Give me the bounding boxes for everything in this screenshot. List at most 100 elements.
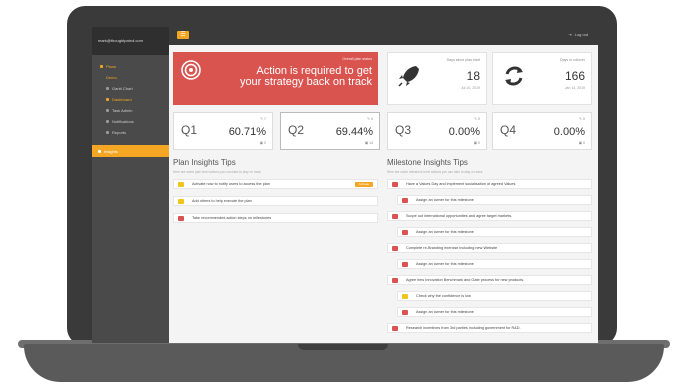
sidebar-item-reports[interactable]: Reports [92, 127, 169, 138]
tip-text: Scope out international opportunities an… [406, 214, 513, 218]
quarter-card-q1[interactable]: Q1 ✎ 7 60.71% ▣ 0 [173, 112, 273, 150]
warning-badge [178, 198, 184, 204]
menu-toggle-button[interactable]: ☰ [177, 31, 189, 39]
warning-badge [402, 293, 408, 299]
tip-text: Assign an owner for this milestone [416, 230, 474, 234]
milestone-tips-title: Milestone Insights Tips [387, 158, 468, 167]
laptop-notch [298, 344, 388, 350]
sidebar-label: Reports [112, 130, 127, 135]
quarter-bottom-count: ▣ 0 [473, 141, 480, 145]
milestone-row: Scope out international opportunities an… [387, 211, 592, 221]
milestone-tips-subtitle: Here are some milestone level actions yo… [387, 170, 483, 174]
alert-badge [392, 181, 398, 187]
tip-text: Activate now to notify users to access t… [192, 182, 270, 186]
status-label: Overall plan status [342, 57, 372, 61]
quarter-name: Q4 [500, 123, 517, 137]
sidebar-label: Task Admin [112, 108, 133, 113]
chart-icon [106, 87, 109, 90]
sidebar: mark@thoughtpatrol.com Plans Demo Gantt … [92, 27, 169, 343]
sidebar-nav: Plans Demo Gantt Chart Dashboard Task Ad… [92, 55, 169, 138]
sidebar-item-demo[interactable]: Demo [92, 72, 169, 83]
sidebar-label: Gantt Chart [112, 86, 133, 91]
tip-text: Assign an owner for this milestone [416, 310, 474, 314]
tip-text: Complete re-Branding exercise including … [406, 246, 498, 250]
sidebar-item-gantt[interactable]: Gantt Chart [92, 83, 169, 94]
quarter-card-q2[interactable]: Q2 ✎ 0 69.44% ▣ 14 [280, 112, 380, 150]
stat-label: Days to rollover [560, 58, 585, 62]
topbar: ☰ ⇥ Log out [169, 27, 598, 45]
days-since-start-card: Days since plan start 18 Jul 10, 2019 [387, 52, 487, 105]
count: 0 [478, 141, 480, 145]
quarter-bottom-count: ▣ 14 [364, 141, 373, 145]
milestone-action-row: Assign an owner for this milestone [397, 259, 592, 269]
stat-value: 18 [466, 69, 480, 83]
quarter-card-q3[interactable]: Q3 ✎ 0 0.00% ▣ 0 [387, 112, 487, 150]
alert-badge [392, 325, 398, 331]
stat-value: 166 [564, 69, 585, 83]
quarter-top-count: ✎ 0 [579, 117, 585, 121]
tip-text: Have a Values Day and implement socialis… [406, 182, 516, 186]
lightbulb-icon [98, 149, 101, 153]
warning-badge [178, 181, 184, 187]
milestone-action-row: Assign an owner for this milestone [397, 195, 592, 205]
tip-text: Add others to help execute the plan [192, 199, 252, 203]
tip-text: Assign an owner for this milestone [416, 198, 474, 202]
quarter-name: Q2 [288, 123, 305, 137]
days-to-rollover-card: Days to rollover 166 Jan 14, 2019 [492, 52, 592, 105]
count: 0 [371, 117, 373, 121]
sidebar-item-task-admin[interactable]: Task Admin [92, 105, 169, 116]
sidebar-label: Insights [104, 148, 118, 154]
logout-label: Log out [574, 32, 588, 37]
home-icon [100, 65, 103, 68]
rocket-icon [398, 66, 419, 87]
stat-date: Jan 14, 2019 [564, 86, 585, 90]
tip-text: Assign an owner for this milestone [416, 262, 474, 266]
report-icon [106, 131, 109, 134]
alert-badge [402, 197, 408, 203]
stat-label: Days since plan start [446, 58, 480, 62]
quarter-bottom-count: ▣ 0 [259, 141, 266, 145]
tip-text: Check why the confidence is low [416, 294, 471, 298]
count: 7 [264, 117, 266, 121]
count: 0 [264, 141, 266, 145]
quarter-top-count: ✎ 7 [260, 117, 266, 121]
quarter-pct: 0.00% [448, 126, 480, 138]
refresh-icon [505, 66, 523, 86]
tip-text: Agree new Innovation Benchmark and Gate … [406, 278, 525, 282]
milestone-row: Agree new Innovation Benchmark and Gate … [387, 275, 592, 285]
milestone-action-row: Assign an owner for this milestone [397, 227, 592, 237]
tasks-icon [106, 109, 109, 112]
user-email: mark@thoughtpatrol.com [92, 27, 169, 55]
quarter-card-q4[interactable]: Q4 ✎ 0 0.00% ▣ 0 [492, 112, 592, 150]
plan-tip-row: Take recommended action steps on milesto… [173, 213, 378, 223]
plan-tips-subtitle: Here are some plan level actions you can… [173, 170, 261, 174]
logout-link[interactable]: ⇥ Log out [568, 32, 588, 37]
sidebar-label: Dashboard [112, 97, 132, 102]
quarter-bottom-count: ▣ 0 [578, 141, 585, 145]
logout-icon: ⇥ [568, 32, 572, 37]
milestone-action-row: Check why the confidence is low [397, 291, 592, 301]
milestone-action-row: Assign an owner for this milestone [397, 307, 592, 317]
quarter-top-count: ✎ 0 [474, 117, 480, 121]
status-message: Action is required to get your strategy … [239, 65, 372, 88]
sidebar-item-dashboard[interactable]: Dashboard [92, 94, 169, 105]
sidebar-item-plans[interactable]: Plans [92, 61, 169, 72]
plan-status-card: Overall plan status Action is required t… [173, 52, 378, 105]
sidebar-label: Plans [106, 64, 117, 69]
target-icon [181, 60, 201, 80]
milestone-row: Have a Values Day and implement socialis… [387, 179, 592, 189]
alert-badge [402, 309, 408, 315]
sidebar-item-notifications[interactable]: Notifications [92, 116, 169, 127]
sidebar-item-insights[interactable]: Insights [92, 145, 169, 157]
alert-badge [402, 229, 408, 235]
plan-tips-title: Plan Insights Tips [173, 158, 236, 167]
alert-badge [392, 277, 398, 283]
activate-button[interactable]: Activate [355, 182, 373, 187]
tip-text: Take recommended action steps on milesto… [192, 216, 272, 220]
milestone-row: Research incentives from 3rd parties inc… [387, 323, 592, 333]
alert-badge [402, 261, 408, 267]
count: 0 [583, 141, 585, 145]
count: 14 [369, 141, 373, 145]
sidebar-label: Notifications [112, 119, 134, 124]
stat-date: Jul 10, 2019 [460, 86, 480, 90]
